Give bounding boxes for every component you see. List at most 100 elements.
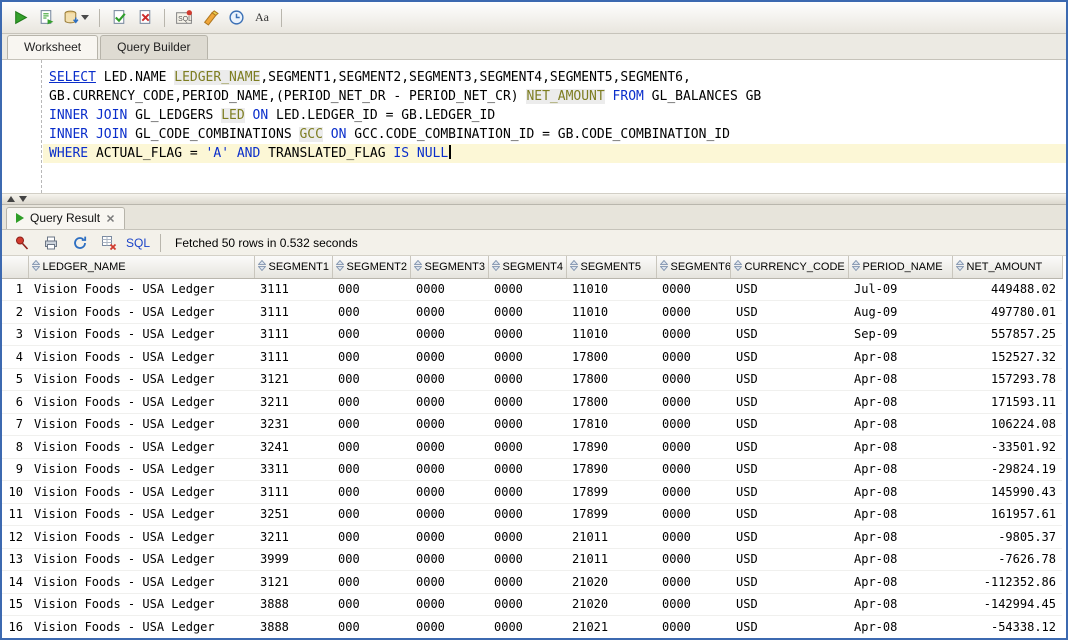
grid-cell[interactable]: 17899 [566,503,656,526]
grid-cell[interactable]: 000 [332,616,410,639]
grid-cell[interactable]: 000 [332,278,410,301]
grid-column-header[interactable]: SEGMENT6 [656,256,730,278]
grid-cell[interactable]: 497780.01 [952,301,1062,324]
grid-cell[interactable]: 0000 [410,413,488,436]
grid-cell[interactable]: Jul-09 [848,278,952,301]
grid-cell[interactable]: USD [730,616,848,639]
grid-cell[interactable]: Vision Foods - USA Ledger [28,323,254,346]
grid-cell[interactable]: 000 [332,481,410,504]
grid-cell[interactable]: Aug-09 [848,301,952,324]
sql-history-button[interactable] [224,6,248,30]
code-line[interactable]: INNER JOIN GL_LEDGERS LED ON LED.LEDGER_… [43,106,1066,125]
sql-tuning-button[interactable]: SQL [172,6,196,30]
grid-cell[interactable]: 152527.32 [952,346,1062,369]
grid-cell[interactable]: -9805.37 [952,526,1062,549]
grid-cell[interactable]: Vision Foods - USA Ledger [28,616,254,639]
tab-query-result[interactable]: Query Result [6,207,125,229]
grid-cell[interactable]: 17899 [566,481,656,504]
grid-cell[interactable]: 0000 [656,301,730,324]
grid-column-header[interactable]: LEDGER_NAME [28,256,254,278]
grid-cell[interactable]: 0000 [656,323,730,346]
grid-cell[interactable]: 3211 [254,391,332,414]
grid-cell[interactable]: 0000 [488,323,566,346]
grid-cell[interactable]: 0000 [410,481,488,504]
grid-cell[interactable]: 0000 [488,278,566,301]
grid-cell[interactable]: 0000 [656,346,730,369]
grid-cell[interactable]: 3231 [254,413,332,436]
table-row[interactable]: 4Vision Foods - USA Ledger31110000000000… [2,346,1062,369]
grid-cell[interactable]: Sep-09 [848,323,952,346]
grid-cell[interactable]: 000 [332,413,410,436]
grid-cell[interactable]: Vision Foods - USA Ledger [28,278,254,301]
grid-cell[interactable]: Apr-08 [848,458,952,481]
table-row[interactable]: 6Vision Foods - USA Ledger32110000000000… [2,391,1062,414]
grid-cell[interactable]: Apr-08 [848,571,952,594]
table-row[interactable]: 2Vision Foods - USA Ledger31110000000000… [2,301,1062,324]
grid-cell[interactable]: USD [730,346,848,369]
grid-cell[interactable]: Apr-08 [848,481,952,504]
grid-cell[interactable]: Vision Foods - USA Ledger [28,503,254,526]
change-case-button[interactable]: Aa [250,6,274,30]
grid-cell[interactable]: 0000 [410,571,488,594]
grid-cell[interactable]: 0000 [410,301,488,324]
grid-cell[interactable]: USD [730,571,848,594]
grid-cell[interactable]: 0000 [410,346,488,369]
grid-cell[interactable]: 0000 [656,616,730,639]
tab-worksheet[interactable]: Worksheet [7,35,98,59]
grid-cell[interactable]: 557857.25 [952,323,1062,346]
grid-cell[interactable]: USD [730,503,848,526]
grid-cell[interactable]: 3111 [254,301,332,324]
table-row[interactable]: 5Vision Foods - USA Ledger31210000000000… [2,368,1062,391]
grid-cell[interactable]: USD [730,278,848,301]
grid-cell[interactable]: 21011 [566,526,656,549]
grid-cell[interactable]: Apr-08 [848,616,952,639]
fetch-all-button[interactable] [68,231,92,255]
grid-cell[interactable]: 11010 [566,323,656,346]
table-row[interactable]: 14Vision Foods - USA Ledger3121000000000… [2,571,1062,594]
table-row[interactable]: 3Vision Foods - USA Ledger31110000000000… [2,323,1062,346]
grid-column-header[interactable]: SEGMENT2 [332,256,410,278]
grid-cell[interactable]: 3311 [254,458,332,481]
grid-cell[interactable]: 000 [332,346,410,369]
grid-cell[interactable]: 21020 [566,593,656,616]
grid-cell[interactable]: Apr-08 [848,548,952,571]
grid-cell[interactable]: -54338.12 [952,616,1062,639]
grid-cell[interactable]: 0000 [488,301,566,324]
grid-cell[interactable]: -29824.19 [952,458,1062,481]
run-script-button[interactable] [34,6,58,30]
pin-button[interactable] [10,231,34,255]
grid-cell[interactable]: 17800 [566,368,656,391]
grid-cell[interactable]: USD [730,391,848,414]
sql-editor[interactable]: SELECT LED.NAME LEDGER_NAME,SEGMENT1,SEG… [2,60,1066,194]
grid-cell[interactable]: Apr-08 [848,526,952,549]
expand-up-icon[interactable] [7,196,15,202]
grid-cell[interactable]: 17810 [566,413,656,436]
grid-cell[interactable]: 0000 [410,368,488,391]
grid-cell[interactable]: 0000 [656,278,730,301]
grid-cell[interactable]: -112352.86 [952,571,1062,594]
grid-cell[interactable]: Apr-08 [848,368,952,391]
grid-cell[interactable]: 0000 [488,391,566,414]
grid-column-header[interactable]: PERIOD_NAME [848,256,952,278]
grid-cell[interactable]: 0000 [410,616,488,639]
grid-cell[interactable]: 21021 [566,616,656,639]
grid-cell[interactable]: 000 [332,391,410,414]
tab-query-builder[interactable]: Query Builder [100,35,207,59]
grid-cell[interactable]: 3211 [254,526,332,549]
grid-cell[interactable]: Vision Foods - USA Ledger [28,526,254,549]
grid-cell[interactable]: 000 [332,368,410,391]
grid-cell[interactable]: Vision Foods - USA Ledger [28,548,254,571]
grid-cell[interactable]: 171593.11 [952,391,1062,414]
clear-button[interactable] [198,6,222,30]
run-statement-button[interactable] [8,6,32,30]
grid-cell[interactable]: Vision Foods - USA Ledger [28,593,254,616]
commit-button[interactable] [107,6,131,30]
grid-cell[interactable]: 0000 [656,391,730,414]
grid-cell[interactable]: 21020 [566,571,656,594]
grid-cell[interactable]: 0000 [410,391,488,414]
grid-cell[interactable]: 3121 [254,368,332,391]
grid-cell[interactable]: USD [730,593,848,616]
grid-cell[interactable]: 0000 [488,616,566,639]
code-line[interactable]: WHERE ACTUAL_FLAG = 'A' AND TRANSLATED_F… [43,144,1066,163]
delete-button[interactable] [97,231,121,255]
